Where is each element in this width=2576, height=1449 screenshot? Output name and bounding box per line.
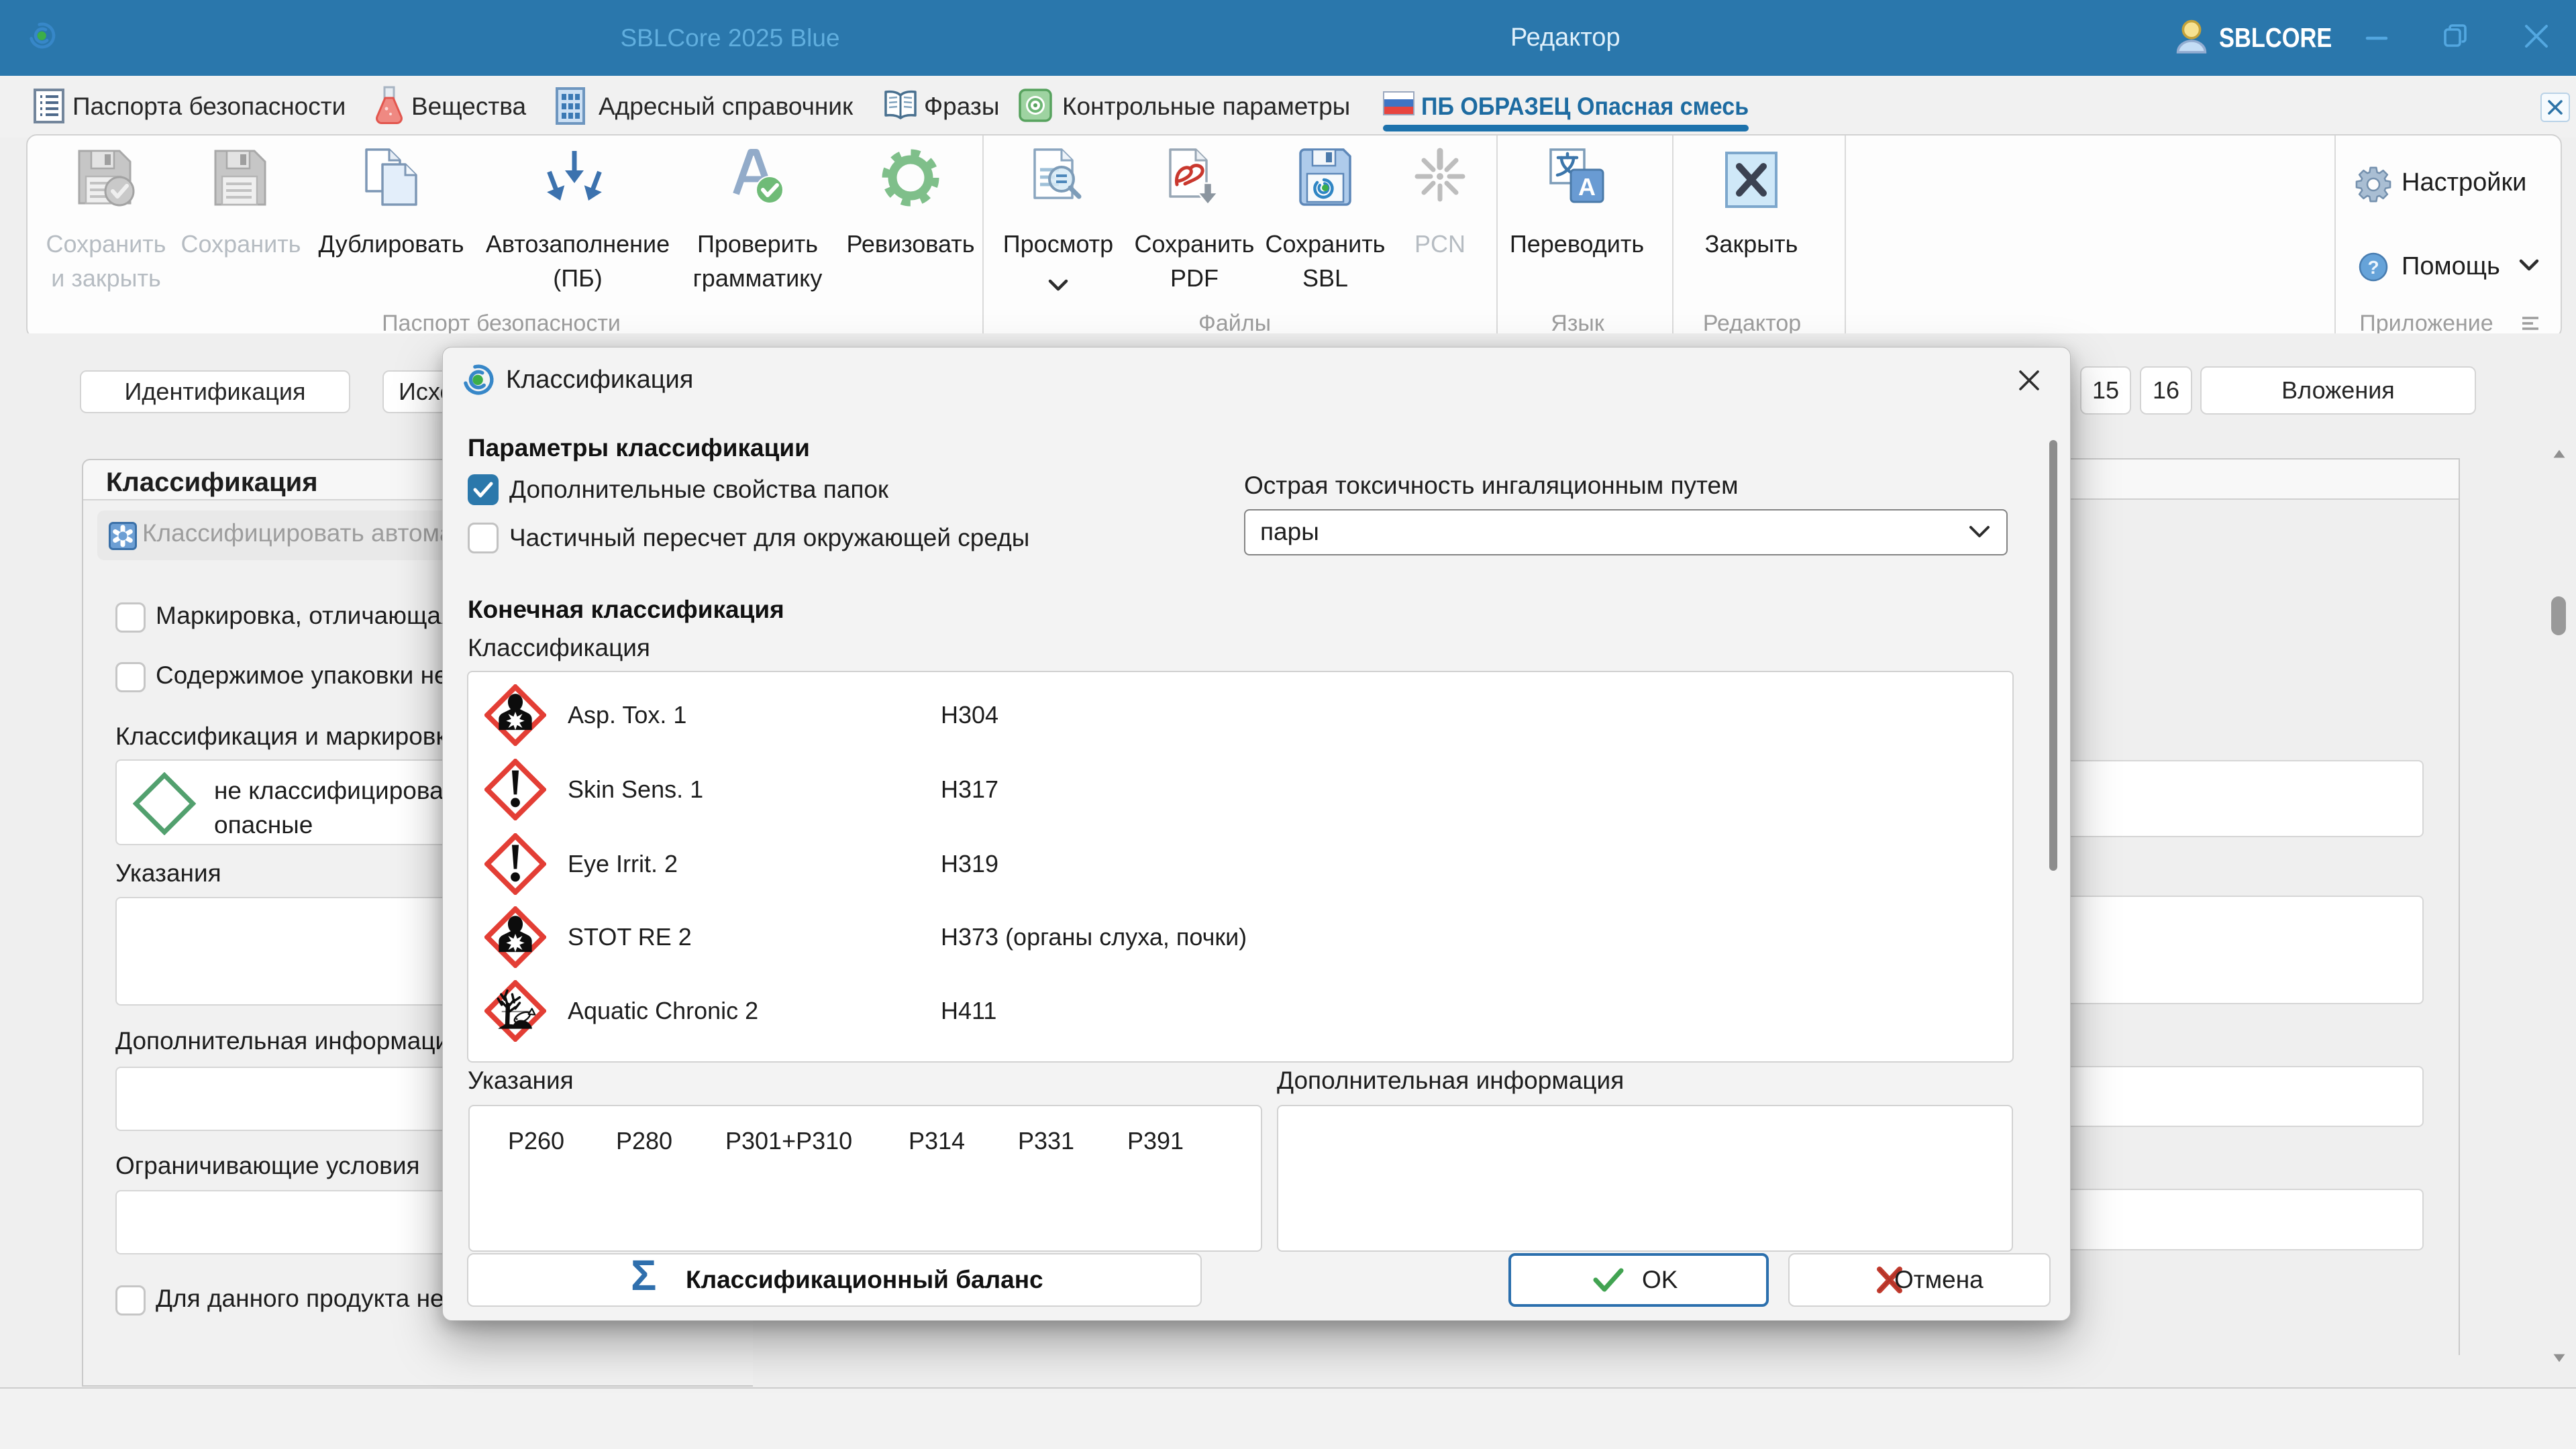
svg-text:A: A: [1578, 173, 1596, 201]
svg-text:?: ?: [2367, 257, 2379, 278]
